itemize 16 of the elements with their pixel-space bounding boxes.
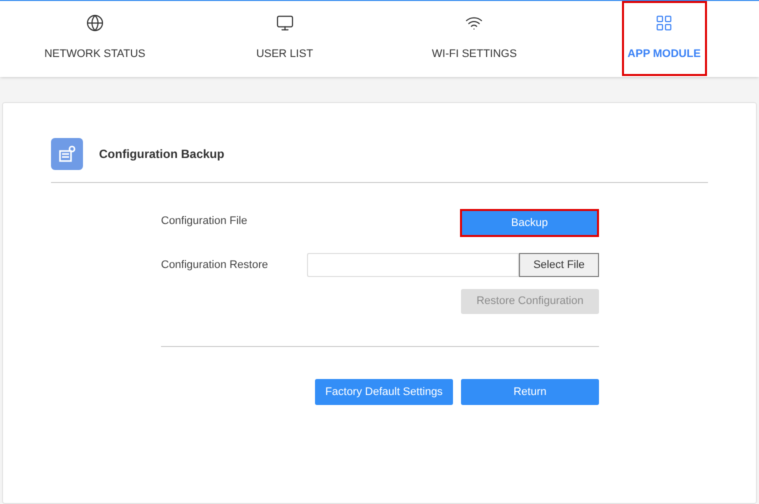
backup-button[interactable]: Backup xyxy=(460,209,599,237)
apps-icon xyxy=(655,14,674,32)
select-file-button[interactable]: Select File xyxy=(519,253,599,277)
globe-icon xyxy=(86,14,104,32)
nav-tab[interactable]: NETWORK STATUS xyxy=(38,1,152,76)
file-path-field[interactable] xyxy=(307,253,519,277)
action-button[interactable]: Factory Default Settings xyxy=(315,379,453,405)
nav-tab[interactable]: WI-FI SETTINGS xyxy=(426,1,523,76)
field-label: Configuration File xyxy=(161,214,248,229)
action-button[interactable]: Return xyxy=(461,379,599,405)
document-gear-icon xyxy=(51,138,83,170)
section-title: Configuration Backup xyxy=(99,146,224,163)
nav-tab[interactable]: APP MODULE xyxy=(622,1,707,76)
nav-tab[interactable]: USER LIST xyxy=(250,1,320,76)
field-label: Configuration Restore xyxy=(161,258,270,273)
monitor-icon xyxy=(276,14,294,32)
